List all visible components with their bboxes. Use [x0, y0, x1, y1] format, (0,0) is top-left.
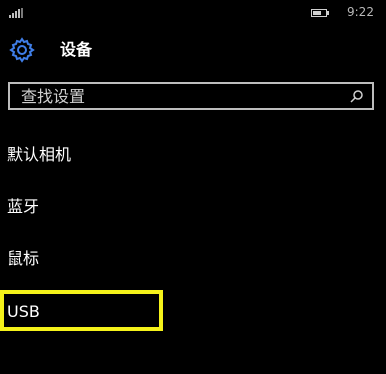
search-input[interactable]: 查找设置: [8, 82, 374, 110]
list-item-usb[interactable]: USB: [7, 302, 40, 322]
search-placeholder: 查找设置: [21, 87, 86, 106]
page-title: 设备: [60, 40, 93, 59]
list-item-default-camera[interactable]: 默认相机: [7, 145, 71, 165]
list-item-bluetooth[interactable]: 蓝牙: [7, 197, 39, 217]
status-bar: 9:22: [0, 0, 386, 26]
status-time: 9:22: [347, 5, 374, 19]
page-header: 设备: [0, 36, 386, 72]
list-item-mouse[interactable]: 鼠标: [7, 249, 39, 269]
signal-icon: [9, 8, 23, 18]
search-icon[interactable]: [350, 89, 364, 103]
battery-icon: [311, 9, 329, 17]
gear-icon: [9, 37, 35, 63]
